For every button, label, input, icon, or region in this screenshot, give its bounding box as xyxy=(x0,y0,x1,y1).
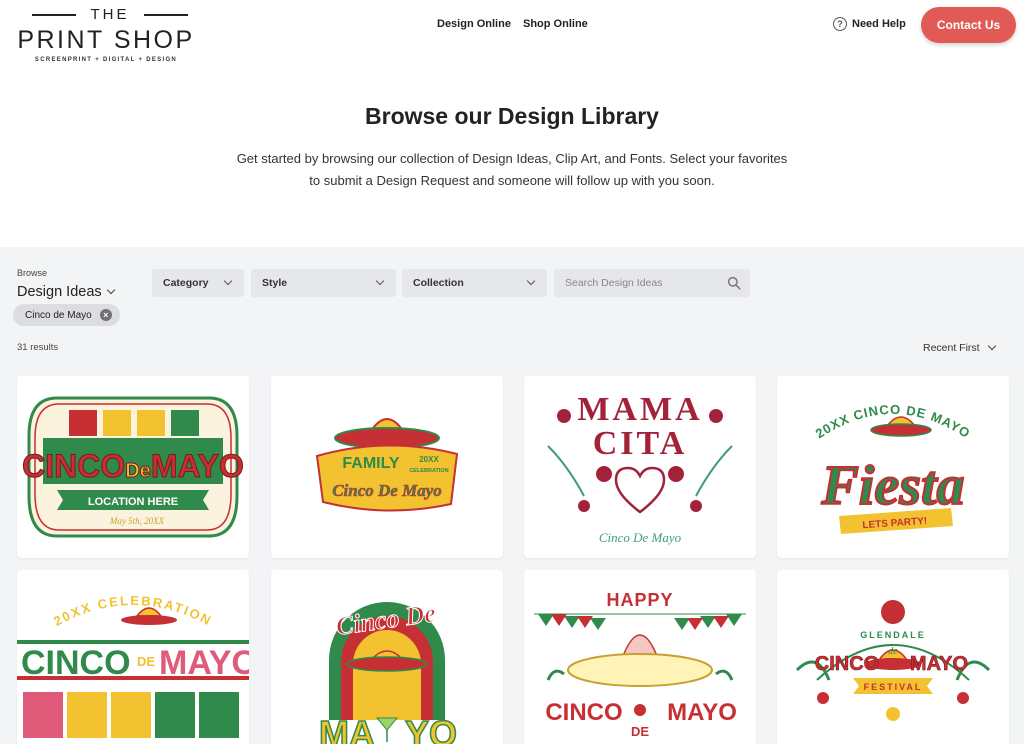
logo-tagline: SCREENPRINT + DIGITAL + DESIGN xyxy=(34,57,178,63)
design-word-cinco: CINCO xyxy=(815,653,879,675)
collection-filter[interactable]: Collection xyxy=(402,269,547,297)
cinco-de-mayo-papel-picado-design: CINCODeMAYO LOCATION HERE May 5th, 20XX xyxy=(22,396,244,538)
design-card[interactable]: CINCODeMAYO LOCATION HERE May 5th, 20XX xyxy=(17,376,249,558)
active-filter-label: Cinco de Mayo xyxy=(25,309,92,321)
design-word-celebration: CELEBRATION xyxy=(409,468,448,474)
nav-design-online[interactable]: Design Online xyxy=(437,18,511,30)
results-count: 31 results xyxy=(17,342,59,353)
need-help-link[interactable]: ? Need Help xyxy=(833,17,906,31)
sort-value: Recent First xyxy=(923,342,980,354)
fiesta-sombrero-design: 20XX CINCO DE MAYO Fiesta LETS PARTY! xyxy=(813,402,972,534)
design-word-happy: HAPPY xyxy=(606,590,673,610)
glendale-cinco-de-mayo-festival-design: GLENDALE CINCO de MAYO FESTIVAL xyxy=(795,600,991,721)
design-word-de: DE xyxy=(631,724,649,739)
design-date-text: May 5th, 20XX xyxy=(109,516,165,526)
design-card[interactable]: MAMA CITA Cinco De Mayo xyxy=(524,376,756,558)
search-box xyxy=(554,269,750,297)
question-circle-icon: ? xyxy=(833,17,847,31)
design-word-de: DE xyxy=(137,654,155,669)
style-filter[interactable]: Style xyxy=(251,269,396,297)
design-word-cinco: CINCO xyxy=(545,699,622,726)
category-filter-label: Category xyxy=(163,277,209,289)
design-word-festival: FESTIVAL xyxy=(864,682,923,692)
contact-us-button[interactable]: Contact Us xyxy=(921,7,1016,43)
need-help-label: Need Help xyxy=(852,18,906,30)
design-card[interactable]: GLENDALE CINCO de MAYO FESTIVAL xyxy=(777,570,1009,744)
category-filter[interactable]: Category xyxy=(152,269,244,297)
design-word-cita: CITA xyxy=(593,425,688,462)
search-input[interactable] xyxy=(554,269,714,297)
design-card[interactable]: Cinco De MA YO xyxy=(271,570,503,744)
design-library-panel: Browse Design Ideas Category Style Colle… xyxy=(0,247,1024,744)
design-banner-text: LOCATION HERE xyxy=(88,496,178,508)
design-word-cinco: CINCO xyxy=(21,644,131,682)
collection-filter-label: Collection xyxy=(413,277,464,289)
design-word-glendale: GLENDALE xyxy=(860,630,926,640)
design-word-cinco-de-mayo: Cinco De Mayo xyxy=(599,530,682,545)
design-word-mayo: MAYO xyxy=(667,699,737,726)
design-word-ma: MA xyxy=(319,713,375,744)
browse-type-value: Design Ideas xyxy=(17,284,102,300)
design-word-fiesta: Fiesta xyxy=(820,455,964,517)
page-title: Browse our Design Library xyxy=(365,103,659,129)
design-word-cinco-de-mayo: Cinco De Mayo xyxy=(332,481,442,500)
browse-label: Browse xyxy=(17,268,48,278)
site-header: THE PRINT SHOP SCREENPRINT + DIGITAL + D… xyxy=(0,0,1024,72)
mama-cita-floral-design: MAMA CITA Cinco De Mayo xyxy=(547,391,733,545)
design-word-yo: YO xyxy=(405,713,457,744)
design-word-de: de xyxy=(888,646,898,657)
chevron-down-icon xyxy=(987,341,996,351)
logo-name: PRINT SHOP xyxy=(17,26,195,54)
chevron-down-icon xyxy=(526,276,536,286)
design-word-mama: MAMA xyxy=(577,391,702,428)
design-card[interactable]: 20XX CINCO DE MAYO Fiesta LETS PARTY! xyxy=(777,376,1009,558)
design-card[interactable]: FAMILY 20XX CELEBRATION Cinco De Mayo xyxy=(271,376,503,558)
print-shop-logo[interactable]: THE PRINT SHOP SCREENPRINT + DIGITAL + D… xyxy=(10,4,202,68)
design-word-mayo: MAYO xyxy=(910,653,968,675)
sombrero-family-celebration-design: FAMILY 20XX CELEBRATION Cinco De Mayo xyxy=(315,418,459,512)
cinco-de-mayo-celebration-design: 20XX CELEBRATION CINCO DE MAYO xyxy=(17,593,249,738)
logo-the-row: THE xyxy=(32,6,188,24)
design-word-year: 20XX xyxy=(419,455,439,464)
logo-rule-right xyxy=(144,14,188,16)
browse-type-dropdown[interactable]: Design Ideas xyxy=(17,284,115,300)
happy-cinco-de-mayo-sombrero-design: HAPPY CINCO DE MAYO xyxy=(534,590,746,739)
active-filter-chip: Cinco de Mayo × xyxy=(13,304,120,326)
remove-filter-icon[interactable]: × xyxy=(99,309,112,321)
design-card[interactable]: HAPPY CINCO DE MAYO xyxy=(524,570,756,744)
cinco-de-mayo-rainbow-margarita-design: Cinco De MA YO xyxy=(318,598,458,744)
chevron-down-icon xyxy=(223,276,233,286)
chevron-down-icon xyxy=(375,276,385,286)
chevron-down-icon xyxy=(106,285,115,295)
design-card[interactable]: 20XX CELEBRATION CINCO DE MAYO xyxy=(17,570,249,744)
style-filter-label: Style xyxy=(262,277,288,289)
design-word-family: FAMILY xyxy=(342,455,400,472)
page-description: Get started by browsing our collection o… xyxy=(236,151,788,188)
nav-shop-online[interactable]: Shop Online xyxy=(523,18,588,30)
sort-dropdown[interactable]: Recent First xyxy=(923,341,996,354)
search-icon[interactable] xyxy=(727,276,741,290)
design-word-mayo: MAYO xyxy=(159,644,249,682)
